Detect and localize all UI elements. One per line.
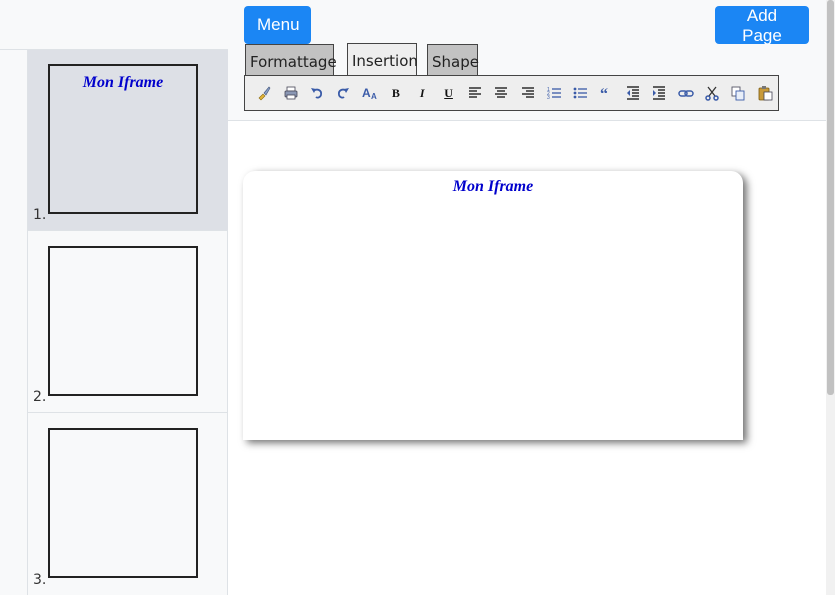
link-icon[interactable] — [673, 82, 699, 104]
editor-header: Menu Add Page Formattage Insertion Shape… — [228, 0, 826, 121]
vertical-scrollbar[interactable] — [826, 0, 835, 595]
cut-icon[interactable] — [699, 82, 725, 104]
svg-text:A: A — [371, 92, 377, 101]
page-heading: Mon Iframe — [452, 178, 534, 195]
app-root: 1. Mon Iframe 2. 3. Menu Add Page Format… — [0, 0, 835, 595]
menu-button[interactable]: Menu — [244, 6, 311, 44]
underline-icon[interactable]: U — [435, 82, 461, 104]
print-icon[interactable] — [277, 82, 303, 104]
align-center-icon[interactable] — [488, 82, 514, 104]
formatting-toolbar: AA B I U 123 “ — [244, 75, 779, 111]
indent-icon[interactable] — [646, 82, 672, 104]
tab-shape[interactable]: Shape — [427, 44, 479, 76]
tab-insertion[interactable]: Insertion — [347, 43, 418, 76]
blockquote-icon[interactable]: “ — [593, 82, 619, 104]
tab-formattage[interactable]: Formattage — [245, 44, 337, 76]
font-size-icon[interactable]: AA — [356, 82, 382, 104]
svg-text:“: “ — [600, 86, 608, 101]
brush-icon[interactable] — [251, 82, 277, 104]
bold-icon[interactable]: B — [383, 82, 409, 104]
page-preview[interactable]: Mon Iframe — [48, 64, 198, 214]
page-thumbnail-2[interactable]: 2. — [28, 232, 228, 413]
italic-icon[interactable]: I — [409, 82, 435, 104]
page-preview[interactable] — [48, 428, 198, 578]
svg-text:3: 3 — [547, 95, 550, 101]
page-preview-title: Mon Iframe — [82, 74, 164, 91]
left-gutter — [0, 0, 28, 595]
page-thumbnail-1[interactable]: 1. Mon Iframe — [28, 50, 228, 231]
page-number: 1. — [33, 207, 47, 223]
page-thumbnail-3[interactable]: 3. — [28, 414, 228, 595]
align-left-icon[interactable] — [462, 82, 488, 104]
outdent-icon[interactable] — [620, 82, 646, 104]
page-preview[interactable] — [48, 246, 198, 396]
ordered-list-icon[interactable]: 123 — [541, 82, 567, 104]
undo-icon[interactable] — [304, 82, 330, 104]
copy-icon[interactable] — [725, 82, 751, 104]
unordered-list-icon[interactable] — [567, 82, 593, 104]
add-page-button[interactable]: Add Page — [715, 6, 809, 45]
paste-icon[interactable] — [752, 82, 778, 104]
page-number: 3. — [33, 572, 47, 588]
top-left-bar — [0, 0, 228, 50]
scrollbar-thumb[interactable] — [827, 0, 834, 395]
page-thumbnail-sidebar: 1. Mon Iframe 2. 3. — [27, 50, 228, 595]
align-right-icon[interactable] — [514, 82, 540, 104]
editable-page[interactable]: Mon Iframe — [243, 171, 743, 440]
redo-icon[interactable] — [330, 82, 356, 104]
svg-text:A: A — [362, 86, 371, 100]
editor-canvas: Mon Iframe — [228, 121, 826, 595]
page-number: 2. — [33, 389, 47, 405]
